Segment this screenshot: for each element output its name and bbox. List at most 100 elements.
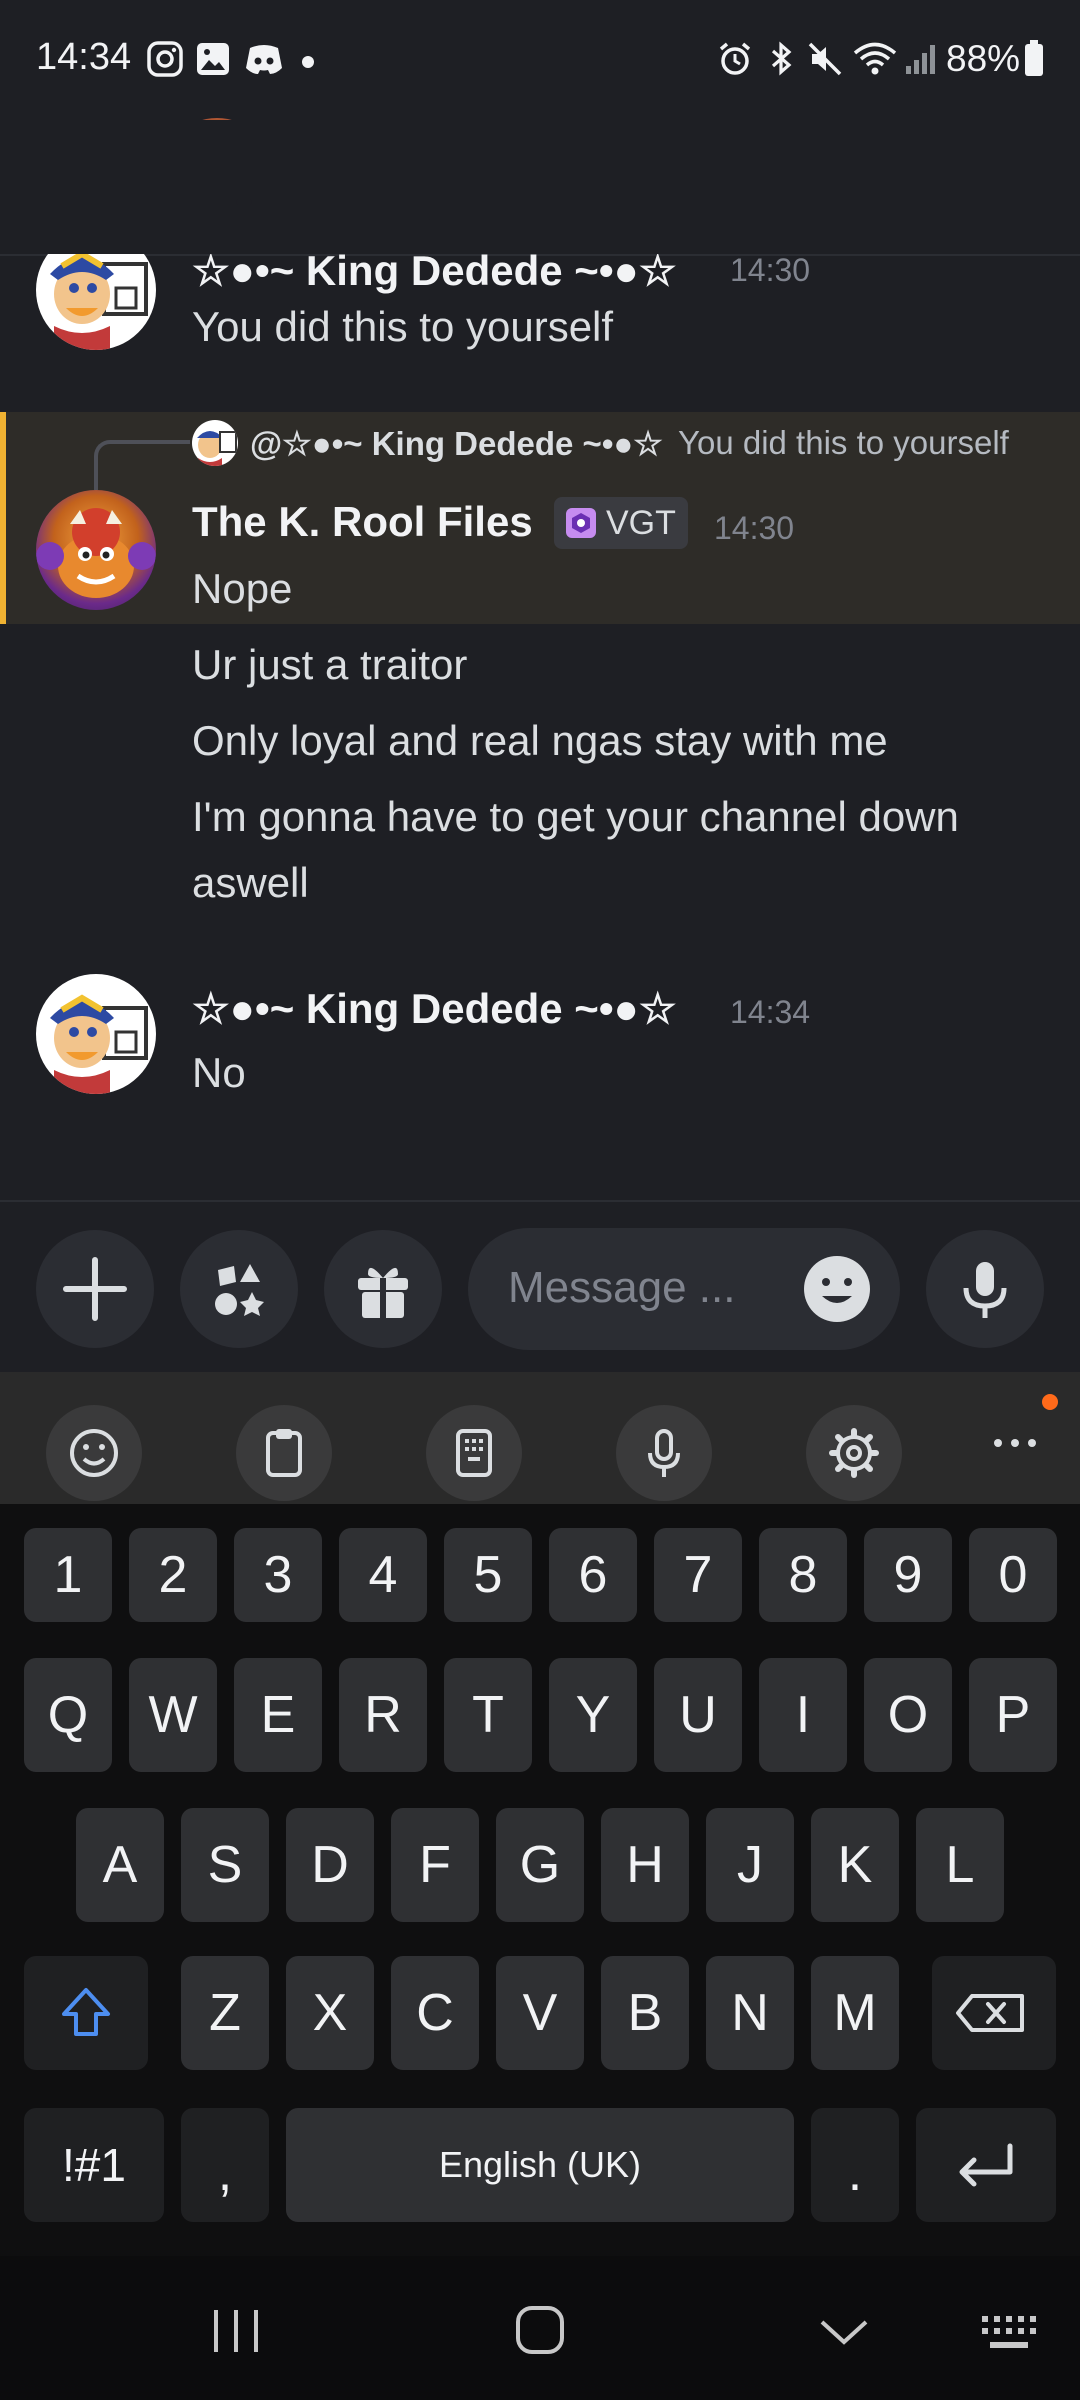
notification-dot-icon [1042,1394,1058,1410]
key[interactable]: N [706,1956,794,2070]
key[interactable]: Q [24,1658,112,1772]
message-text[interactable]: Only loyal and real ngas stay with me [192,710,888,772]
message-author[interactable]: The K. Rool Files [192,498,533,546]
battery-percent: 88% [946,38,1021,79]
key[interactable]: C [391,1956,479,2070]
reply-connector [94,440,190,490]
key[interactable]: 1 [24,1528,112,1622]
message-timestamp: 14:30 [730,252,811,288]
keyboard-switch-icon[interactable] [976,2308,1042,2358]
symbols-key[interactable]: !#1 [24,2108,164,2222]
key[interactable]: T [444,1658,532,1772]
server-tag[interactable]: VGT [554,497,688,549]
enter-key[interactable] [916,2108,1056,2222]
voice-call-button[interactable] [802,124,898,220]
backspace-key[interactable] [932,1956,1056,2070]
reply-author[interactable]: @☆●•~ King Dedede ~•●☆ [250,424,663,463]
key[interactable]: 9 [864,1528,952,1622]
server-tag-icon [564,506,598,540]
key[interactable]: M [811,1956,899,2070]
signal-icon [902,40,940,78]
period-key[interactable]: . [811,2108,899,2222]
key[interactable]: O [864,1658,952,1772]
key[interactable]: 2 [129,1528,217,1622]
key[interactable]: X [286,1956,374,2070]
message-timestamp: 14:34 [730,994,811,1030]
message-text[interactable]: No [192,1042,246,1104]
author-avatar[interactable] [36,490,156,610]
key[interactable]: L [916,1808,1004,1922]
status-emoji-icon [300,182,344,226]
server-tag-label: VGT [606,503,676,542]
gift-button[interactable] [324,1230,442,1348]
key[interactable]: Y [549,1658,637,1772]
reply-preview-text[interactable]: You did this to yourself [678,424,1009,462]
key[interactable]: 7 [654,1528,742,1622]
bluetooth-icon [762,40,800,78]
key[interactable]: 8 [759,1528,847,1622]
alarm-icon [716,40,754,78]
comma-key[interactable]: , [181,2108,269,2222]
keyboard-emoji-button[interactable] [46,1405,142,1501]
mention-bar [0,412,6,624]
key[interactable]: I [759,1658,847,1772]
notification-dot-icon [302,56,314,68]
keyboard-mode-button[interactable] [426,1405,522,1501]
keyboard-settings-button[interactable] [806,1405,902,1501]
message-text[interactable]: You did this to yourself [192,296,613,358]
key[interactable]: F [391,1808,479,1922]
key[interactable]: D [286,1808,374,1922]
key[interactable]: 0 [969,1528,1057,1622]
key[interactable]: V [496,1956,584,2070]
message-text[interactable]: Nope [192,558,292,620]
add-attachment-button[interactable] [36,1230,154,1348]
do-not-disturb-icon [222,180,266,224]
key[interactable]: Z [181,1956,269,2070]
voice-message-button[interactable] [926,1230,1044,1348]
key[interactable]: S [181,1808,269,1922]
key[interactable]: K [811,1808,899,1922]
key[interactable]: A [76,1808,164,1922]
key[interactable]: E [234,1658,322,1772]
emoji-button[interactable] [802,1254,872,1324]
key[interactable]: 3 [234,1528,322,1622]
key[interactable]: J [706,1808,794,1922]
recent-apps-button[interactable] [206,2306,266,2356]
key[interactable]: P [969,1658,1057,1772]
shift-key[interactable] [24,1956,148,2070]
voice-input-button[interactable] [616,1405,712,1501]
home-button[interactable] [510,2300,570,2360]
key[interactable]: 4 [339,1528,427,1622]
key[interactable]: R [339,1658,427,1772]
space-key[interactable]: English (UK) [286,2108,794,2222]
key[interactable]: 6 [549,1528,637,1622]
key[interactable]: 5 [444,1528,532,1622]
chevron-right-icon[interactable]: › [718,130,731,173]
hide-keyboard-button[interactable] [814,2308,874,2358]
wifi-icon [852,40,898,78]
battery-icon [1024,40,1044,76]
channel-title[interactable]: The K. Rool Files [300,124,706,182]
apps-button[interactable] [180,1230,298,1348]
author-avatar[interactable] [36,230,156,350]
message-text[interactable]: aswell [192,852,309,914]
clipboard-button[interactable] [236,1405,332,1501]
message-timestamp: 14:30 [714,510,795,546]
key[interactable]: H [601,1808,689,1922]
keyboard-toolbar [0,1372,1080,1504]
discord-icon [242,40,286,78]
more-options-button[interactable] [990,1418,1040,1468]
key[interactable]: W [129,1658,217,1772]
reply-avatar [192,420,238,466]
key[interactable]: U [654,1658,742,1772]
message-author[interactable]: ☆●•~ King Dedede ~•●☆ [192,246,677,295]
message-author[interactable]: ☆●•~ King Dedede ~•●☆ [192,984,677,1033]
message-text[interactable]: Ur just a traitor [192,634,467,696]
key[interactable]: G [496,1808,584,1922]
key[interactable]: B [601,1956,689,2070]
message-input-placeholder[interactable]: Message ... [508,1263,735,1313]
video-call-button[interactable] [934,124,1030,220]
message-text[interactable]: I'm gonna have to get your channel down [192,786,959,848]
mute-icon [806,40,844,78]
author-avatar[interactable] [36,974,156,1094]
